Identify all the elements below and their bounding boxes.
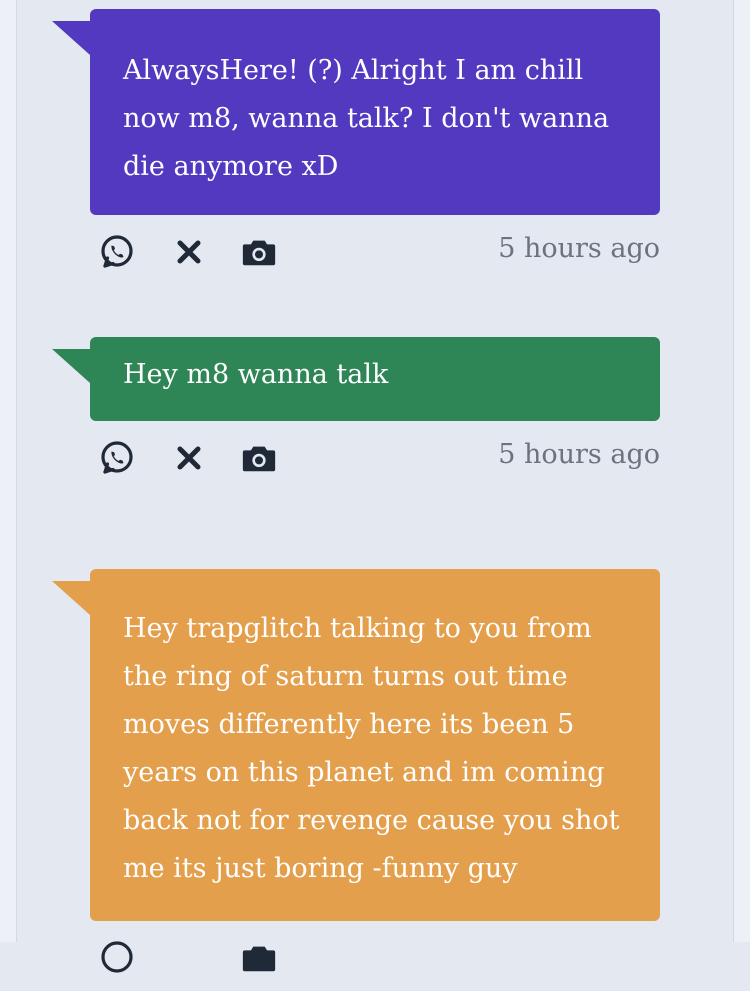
- close-icon[interactable]: [170, 233, 208, 271]
- message-feed: AlwaysHere! (?) Alright I am chill now m…: [0, 0, 750, 973]
- message-text-line: the ring of saturn turns out time: [123, 661, 568, 692]
- camera-icon[interactable]: [240, 439, 278, 477]
- message-card: Hey trapglitch talking to you from the r…: [52, 569, 660, 991]
- whatsapp-icon[interactable]: [98, 233, 136, 271]
- message-bubble: Hey trapglitch talking to you from the r…: [52, 569, 660, 921]
- message-text-line: Hey trapglitch talking to you from: [123, 613, 592, 644]
- message-bubble: AlwaysHere! (?) Alright I am chill now m…: [52, 9, 660, 215]
- camera-icon[interactable]: [240, 233, 278, 271]
- message-actions: [90, 921, 660, 991]
- whatsapp-icon[interactable]: [98, 939, 136, 977]
- message-card: AlwaysHere! (?) Alright I am chill now m…: [52, 9, 660, 285]
- message-text-line: me its just boring -funny guy: [123, 853, 518, 884]
- camera-icon[interactable]: [240, 939, 278, 977]
- bubble-tail: [52, 21, 90, 55]
- message-text-line: now m8, wanna talk? I don't wanna: [123, 103, 610, 134]
- message-actions: 5 hours ago: [90, 421, 660, 491]
- message-timestamp: 5 hours ago: [498, 439, 660, 470]
- message-text-line: AlwaysHere! (?) Alright I am chill: [123, 55, 584, 86]
- message-text-line: moves differently here its been 5: [123, 709, 575, 740]
- close-icon[interactable]: [170, 439, 208, 477]
- message-text-line: back not for revenge cause you shot: [123, 805, 620, 836]
- message-card: Hey m8 wanna talk 5 hours ago: [52, 337, 660, 491]
- message-text-line: years on this planet and im coming: [123, 757, 605, 788]
- bubble-tail: [52, 581, 90, 615]
- message-bubble: Hey m8 wanna talk: [52, 337, 660, 421]
- message-actions: 5 hours ago: [90, 215, 660, 285]
- whatsapp-icon[interactable]: [98, 439, 136, 477]
- message-timestamp: 5 hours ago: [498, 233, 660, 264]
- message-text-line: Hey m8 wanna talk: [123, 359, 389, 390]
- message-text-line: die anymore xD: [123, 151, 339, 182]
- bubble-tail: [52, 349, 90, 383]
